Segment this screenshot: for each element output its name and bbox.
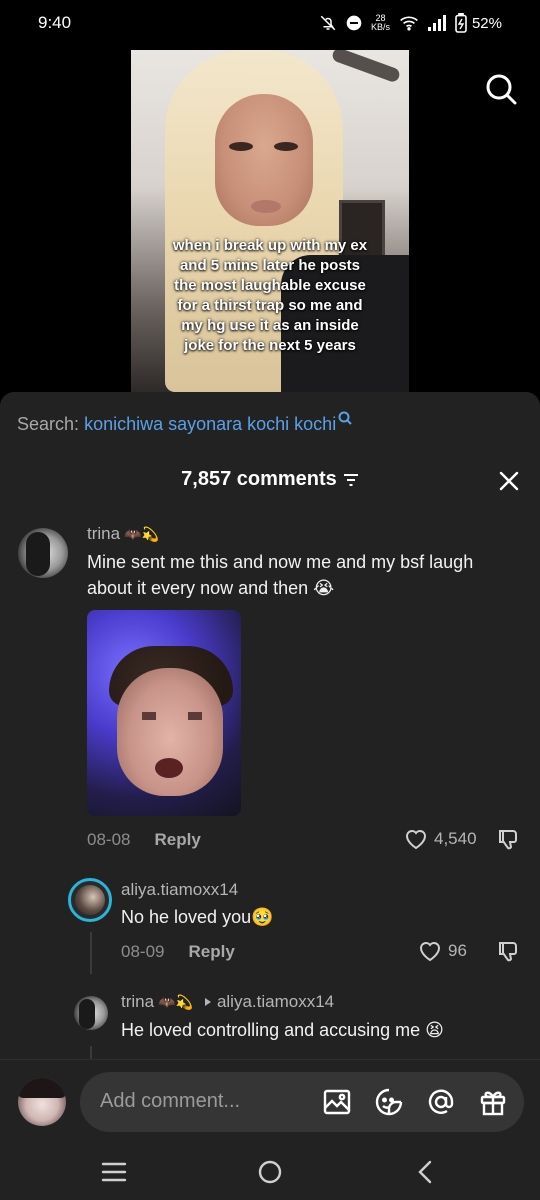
avatar[interactable] xyxy=(68,878,112,922)
image-icon[interactable] xyxy=(322,1087,352,1117)
back-icon[interactable] xyxy=(413,1159,439,1185)
search-prefix: Search: xyxy=(17,414,80,434)
net-speed: 28 KB/s xyxy=(371,14,390,32)
status-icons: 28 KB/s 52% xyxy=(319,12,502,34)
username-emojis: 🦇💫 xyxy=(124,525,159,542)
comment-count[interactable]: 7,857 comments xyxy=(181,468,359,491)
comment-input-bar: Add comment... xyxy=(0,1059,540,1139)
reply-button[interactable]: Reply xyxy=(154,830,200,850)
comment-username[interactable]: trina 🦇💫 xyxy=(87,524,159,544)
net-speed-unit: KB/s xyxy=(370,22,390,32)
heart-icon[interactable] xyxy=(418,940,442,962)
reply-text: No he loved you🥹 xyxy=(121,907,274,927)
home-icon[interactable] xyxy=(257,1159,283,1185)
status-bar: 9:40 28 KB/s 52% xyxy=(0,0,540,46)
search-suggestion[interactable]: Search: konichiwa sayonara kochi kochi xyxy=(17,411,352,435)
battery-charging-icon xyxy=(455,13,467,33)
mention-icon[interactable] xyxy=(426,1087,456,1117)
comment-input-placeholder: Add comment... xyxy=(100,1090,241,1112)
gift-icon[interactable] xyxy=(478,1087,508,1117)
notifications-off-icon xyxy=(320,15,336,31)
reply-to-username[interactable]: aliya.tiamoxx14 xyxy=(217,992,334,1012)
signal-icon xyxy=(427,15,446,31)
heart-icon[interactable] xyxy=(404,828,428,850)
comment-meta: 08-08 Reply xyxy=(87,830,201,850)
video-frame[interactable]: when i break up with my ex and 5 mins la… xyxy=(131,50,409,392)
search-query-link[interactable]: konichiwa sayonara kochi kochi xyxy=(84,414,336,434)
dislike-icon[interactable] xyxy=(497,828,521,852)
thread-line xyxy=(90,1046,92,1060)
like-count: 4,540 xyxy=(434,829,477,848)
comment-count-label: 7,857 comments xyxy=(181,468,337,490)
comment-text: Mine sent me this and now me and my bsf … xyxy=(87,552,474,598)
reply-date: 08-09 xyxy=(121,942,165,961)
comment-date: 08-08 xyxy=(87,830,131,849)
wifi-icon xyxy=(400,16,418,31)
my-avatar[interactable] xyxy=(18,1078,66,1126)
search-suggest-icon[interactable] xyxy=(338,411,352,425)
like-button[interactable]: 96 xyxy=(418,940,467,962)
username-emojis: 🦇💫 xyxy=(158,993,193,1010)
like-count: 96 xyxy=(448,941,467,960)
avatar[interactable] xyxy=(18,528,68,578)
do-not-disturb-icon xyxy=(346,15,362,31)
sort-filter-icon[interactable] xyxy=(343,473,359,487)
reply-meta: 08-09 Reply xyxy=(121,942,235,962)
reply-button[interactable]: Reply xyxy=(188,942,234,962)
battery: 52% xyxy=(455,13,502,33)
avatar[interactable] xyxy=(74,996,108,1030)
battery-percent: 52% xyxy=(471,14,502,32)
comment-input[interactable]: Add comment... xyxy=(80,1072,524,1132)
reply-text: He loved controlling and accusing me 😫 xyxy=(121,1020,444,1040)
comment-attached-image[interactable] xyxy=(87,610,241,816)
reply-arrow-icon xyxy=(204,998,211,1006)
reply-username[interactable]: aliya.tiamoxx14 xyxy=(121,880,238,900)
comments-header: 7,857 comments xyxy=(0,468,540,498)
dislike-icon[interactable] xyxy=(497,940,521,964)
like-button[interactable]: 4,540 xyxy=(404,828,477,850)
reply-username[interactable]: trina 🦇💫 aliya.tiamoxx14 xyxy=(121,992,334,1012)
recent-apps-icon[interactable] xyxy=(101,1159,127,1185)
close-icon[interactable] xyxy=(498,470,520,492)
video-player[interactable]: when i break up with my ex and 5 mins la… xyxy=(0,46,540,396)
search-icon[interactable] xyxy=(484,72,518,106)
system-nav-bar xyxy=(0,1139,540,1200)
thread-line xyxy=(90,932,92,974)
sticker-icon[interactable] xyxy=(374,1087,404,1117)
status-time: 9:40 xyxy=(38,13,72,32)
video-caption: when i break up with my ex and 5 mins la… xyxy=(172,237,368,354)
input-icons xyxy=(322,1087,508,1117)
